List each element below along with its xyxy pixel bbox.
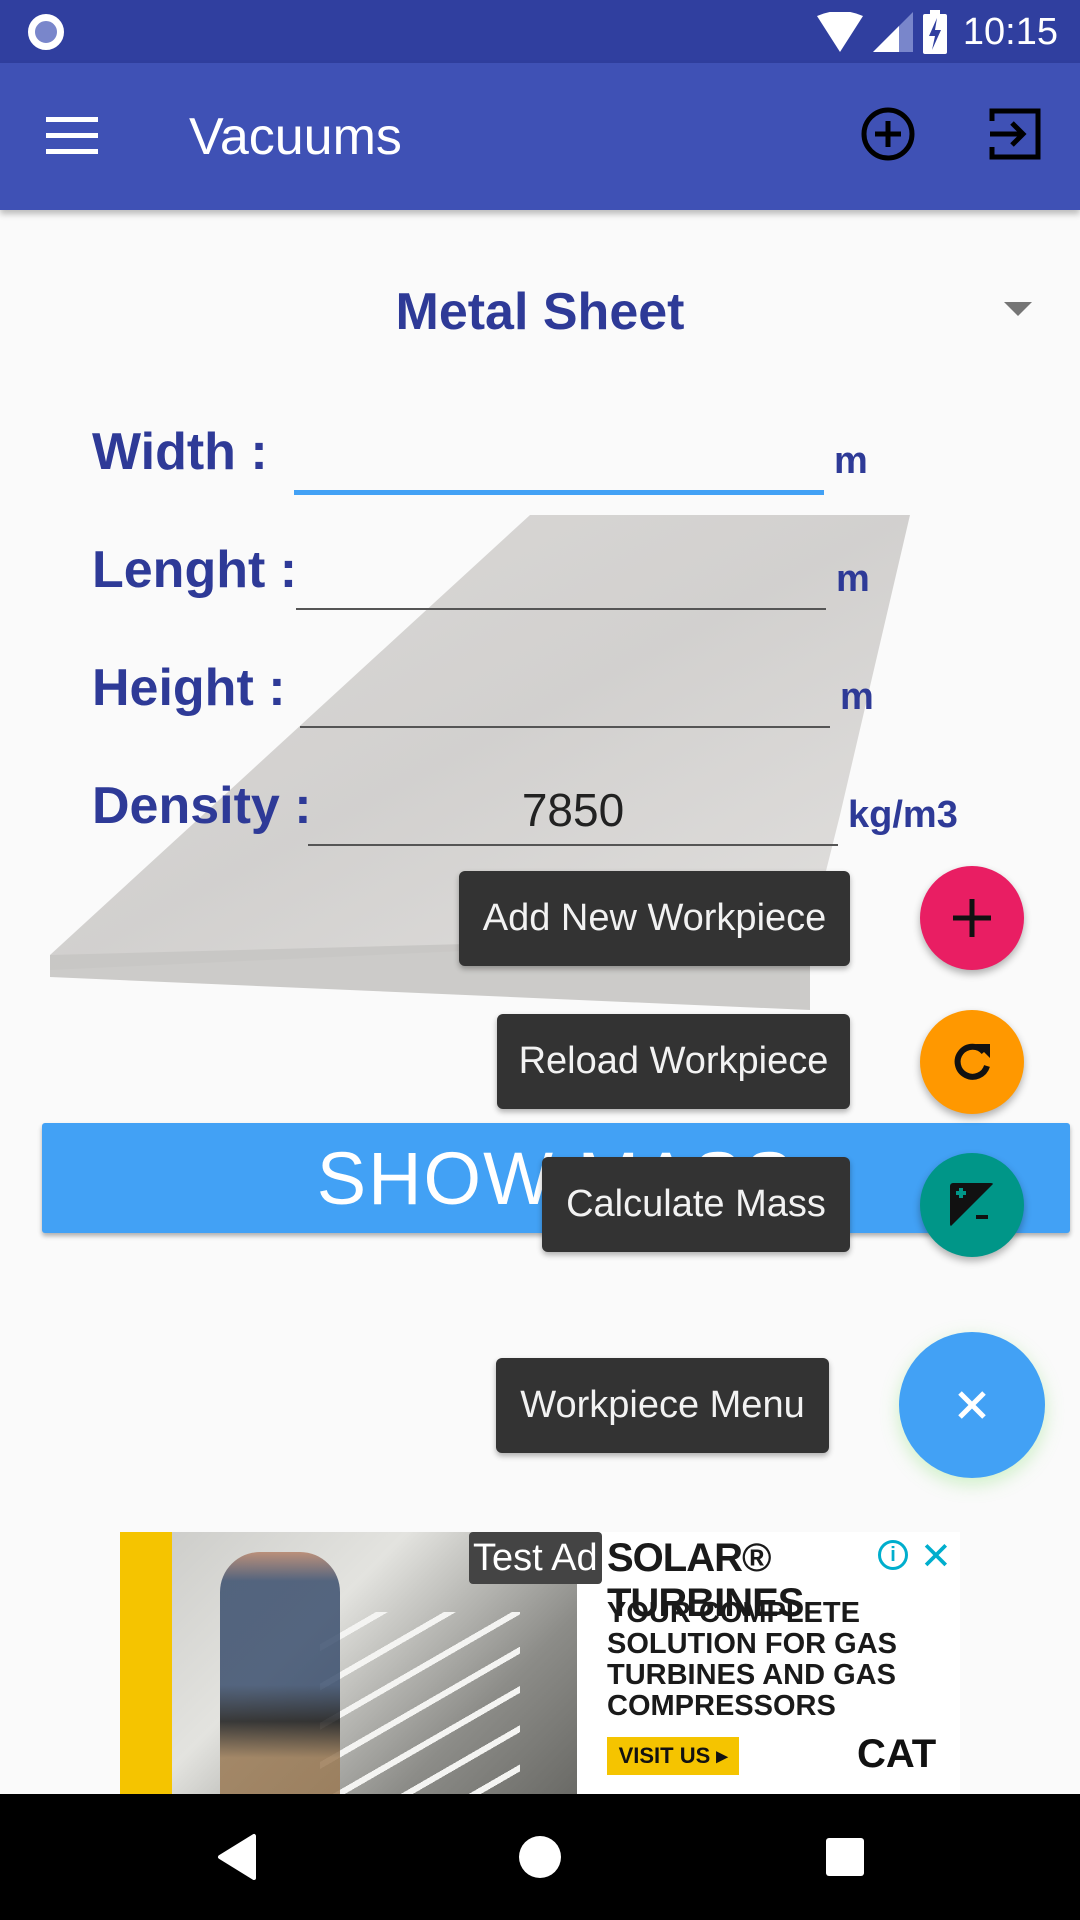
wifi-icon: [816, 12, 863, 52]
navigation-bar: [0, 1794, 1080, 1920]
app-title: Vacuums: [189, 108, 402, 166]
add-new-workpiece-label[interactable]: Add New Workpiece: [459, 871, 850, 966]
battery-charging-icon: [922, 10, 947, 54]
ad-info-icon[interactable]: i: [878, 1540, 908, 1570]
workpiece-type-selected: Metal Sheet: [395, 283, 685, 341]
workpiece-type-dropdown[interactable]: Metal Sheet: [0, 260, 1080, 360]
ad-logo: CAT: [857, 1732, 937, 1776]
add-new-workpiece-fab[interactable]: [920, 866, 1024, 970]
height-label: Height :: [92, 659, 286, 717]
density-unit: kg/m3: [848, 794, 958, 836]
dropdown-arrow-icon: [1004, 302, 1032, 316]
test-ad-badge: Test Ad: [469, 1532, 602, 1584]
calculate-mass-label[interactable]: Calculate Mass: [542, 1157, 850, 1252]
close-icon: [958, 1391, 986, 1419]
density-label: Density :: [92, 777, 312, 835]
exposure-plus-minus-icon: [950, 1183, 994, 1227]
width-unit: m: [834, 440, 868, 482]
width-input[interactable]: [294, 425, 824, 495]
home-icon[interactable]: [515, 1832, 565, 1882]
density-input[interactable]: [308, 776, 838, 846]
length-label: Lenght :: [92, 541, 298, 599]
add-circle-icon[interactable]: [860, 106, 916, 162]
plus-icon: [953, 899, 991, 937]
workpiece-menu-label[interactable]: Workpiece Menu: [496, 1358, 829, 1453]
refresh-icon: [954, 1043, 990, 1080]
back-icon[interactable]: [212, 1832, 262, 1882]
ad-close-icon[interactable]: ✕: [920, 1534, 952, 1579]
recents-icon[interactable]: [820, 1832, 870, 1882]
status-icons: 10:15: [816, 6, 1058, 58]
height-input[interactable]: [300, 658, 830, 728]
exit-to-app-icon[interactable]: [988, 107, 1042, 161]
status-bar: 10:15: [0, 0, 1080, 63]
ad-visit-button[interactable]: VISIT US ▸: [607, 1737, 739, 1775]
app-bar: Vacuums: [0, 63, 1080, 210]
length-input[interactable]: [296, 540, 826, 610]
length-unit: m: [836, 558, 870, 600]
height-unit: m: [840, 676, 874, 718]
hamburger-menu-icon[interactable]: [46, 117, 98, 157]
width-label: Width :: [92, 423, 268, 481]
notification-dot-icon: [28, 14, 64, 50]
reload-workpiece-fab[interactable]: [920, 1010, 1024, 1114]
cell-signal-icon: [872, 12, 913, 52]
workpiece-menu-fab[interactable]: [899, 1332, 1045, 1478]
calculate-mass-fab[interactable]: [920, 1153, 1024, 1257]
reload-workpiece-label[interactable]: Reload Workpiece: [497, 1014, 850, 1109]
ad-body: YOUR COMPLETE SOLUTION FOR GAS TURBINES …: [607, 1597, 897, 1722]
status-time: 10:15: [962, 10, 1058, 53]
ad-banner[interactable]: Test Ad SOLAR® TURBINES YOUR COMPLETE SO…: [120, 1532, 960, 1794]
